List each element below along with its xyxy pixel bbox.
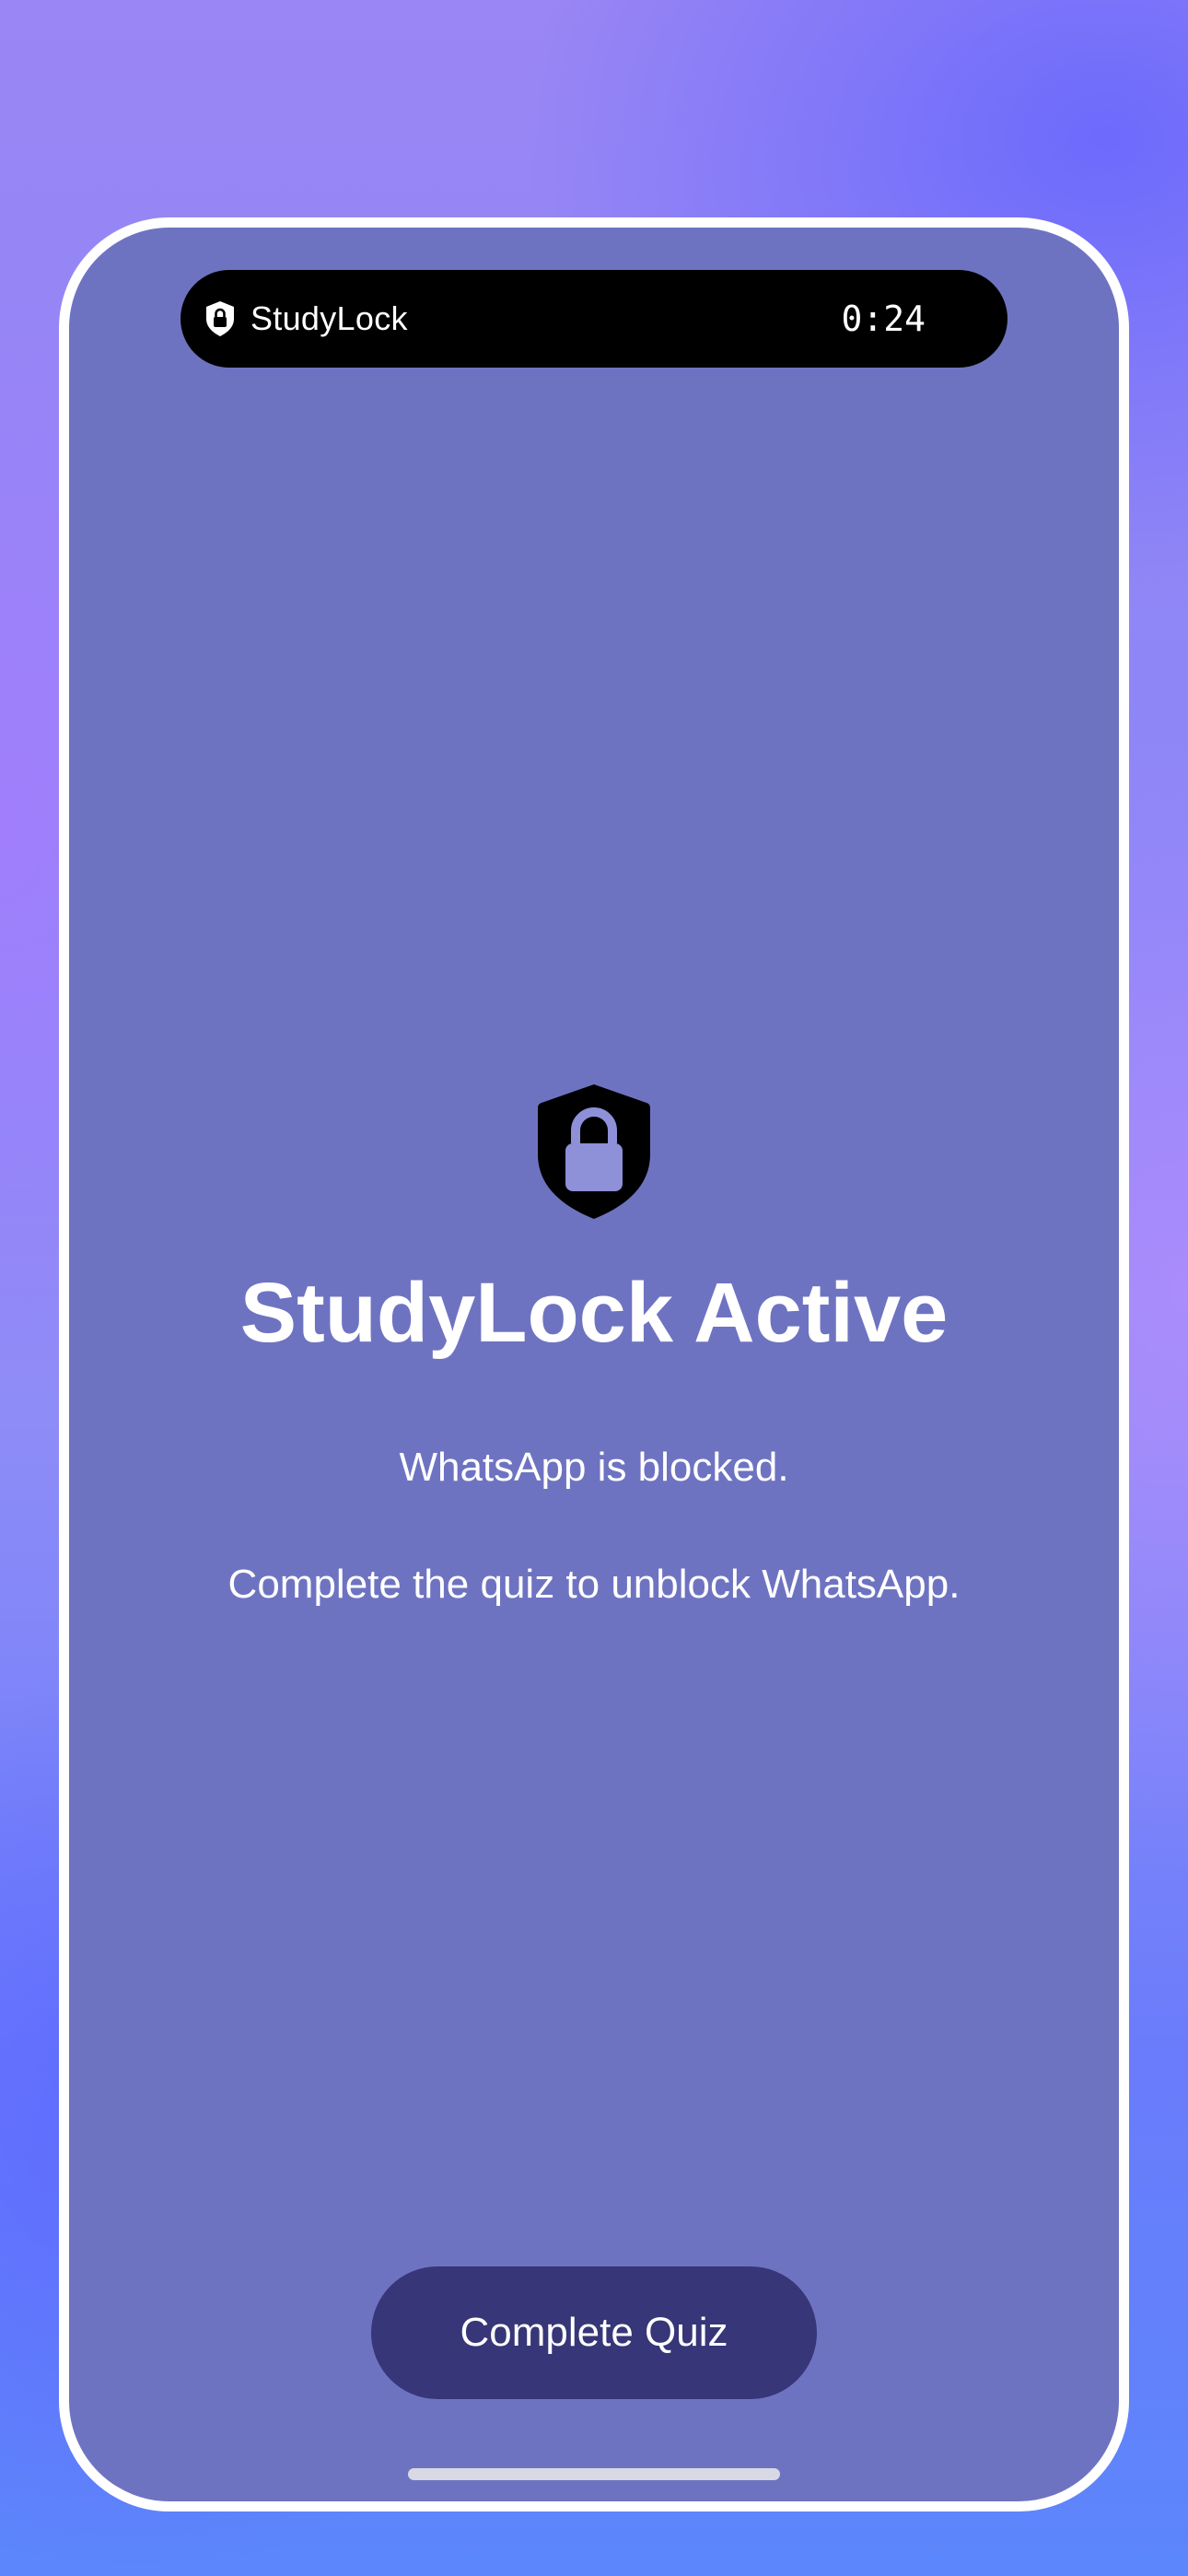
blocked-message: WhatsApp is blocked. — [399, 1445, 789, 1490]
island-app-name: StudyLock — [250, 299, 408, 337]
page-title: StudyLock Active — [239, 1266, 949, 1360]
complete-quiz-button[interactable]: Complete Quiz — [371, 2266, 817, 2399]
shield-lock-icon — [538, 1084, 650, 1219]
dynamic-island[interactable]: StudyLock 0:24 — [181, 270, 1007, 368]
shield-lock-icon — [203, 299, 238, 339]
unblock-instruction: Complete the quiz to unblock WhatsApp. — [227, 1562, 961, 1607]
island-timer: 0:24 — [841, 299, 926, 339]
phone-frame: StudyLock 0:24 StudyLock Active WhatsApp… — [59, 217, 1129, 2512]
home-indicator[interactable] — [408, 2468, 780, 2480]
